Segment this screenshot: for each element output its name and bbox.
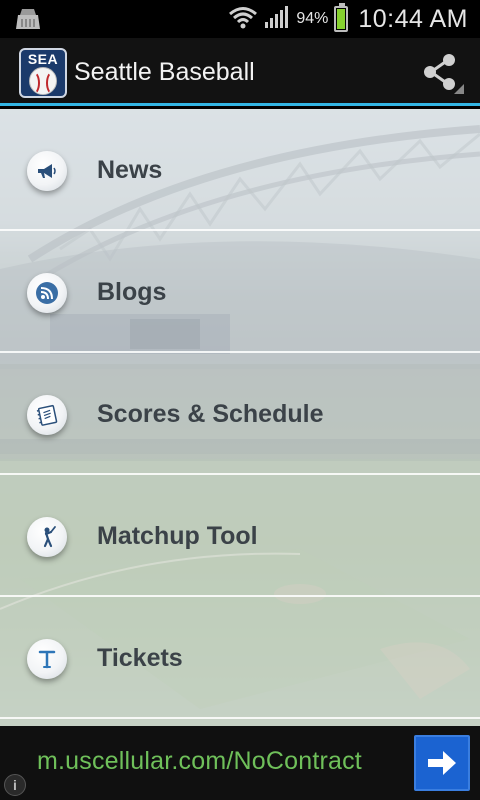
arrow-right-icon: [428, 751, 456, 775]
batter-icon: [27, 517, 67, 557]
menu-item-label: Blogs: [97, 278, 167, 306]
app-logo-text: SEA: [27, 51, 59, 67]
menu-item-matchup-tool[interactable]: Matchup Tool: [0, 475, 480, 597]
ticket-t-icon: [27, 639, 67, 679]
menu-item-label: Matchup Tool: [97, 522, 258, 550]
main-menu: News Blogs Scores & Schedule Matchup Too…: [0, 109, 480, 719]
app-title: Seattle Baseball: [74, 58, 255, 86]
ad-text[interactable]: m.uscellular.com/NoContract: [37, 747, 362, 776]
action-bar: SEA Seattle Baseball: [0, 38, 480, 106]
menu-item-blogs[interactable]: Blogs: [0, 231, 480, 353]
ad-banner[interactable]: m.uscellular.com/NoContract i: [0, 726, 480, 800]
app-logo[interactable]: SEA: [19, 48, 67, 98]
battery-icon: [334, 3, 349, 32]
notification-icon: [14, 5, 44, 33]
overflow-corner-indicator: [454, 84, 464, 94]
menu-item-scores-schedule[interactable]: Scores & Schedule: [0, 353, 480, 475]
share-button[interactable]: [418, 50, 464, 96]
menu-item-news[interactable]: News: [0, 109, 480, 231]
menu-item-label: Tickets: [97, 644, 183, 672]
menu-item-label: Scores & Schedule: [97, 400, 324, 428]
baseball-icon: [29, 67, 57, 95]
ad-arrow-button[interactable]: [414, 735, 470, 791]
menu-item-tickets[interactable]: Tickets: [0, 597, 480, 719]
signal-icon: [264, 5, 290, 34]
battery-percent: 94%: [296, 10, 329, 27]
notebook-icon: [27, 395, 67, 435]
content-area: News Blogs Scores & Schedule Matchup Too…: [0, 109, 480, 726]
wifi-icon: [228, 5, 258, 34]
menu-item-label: News: [97, 156, 163, 184]
rss-icon: [27, 273, 67, 313]
ad-info-icon[interactable]: i: [4, 774, 26, 796]
clock: 10:44 AM: [358, 4, 468, 33]
status-bar: 94% 10:44 AM: [0, 0, 480, 38]
megaphone-icon: [27, 151, 67, 191]
